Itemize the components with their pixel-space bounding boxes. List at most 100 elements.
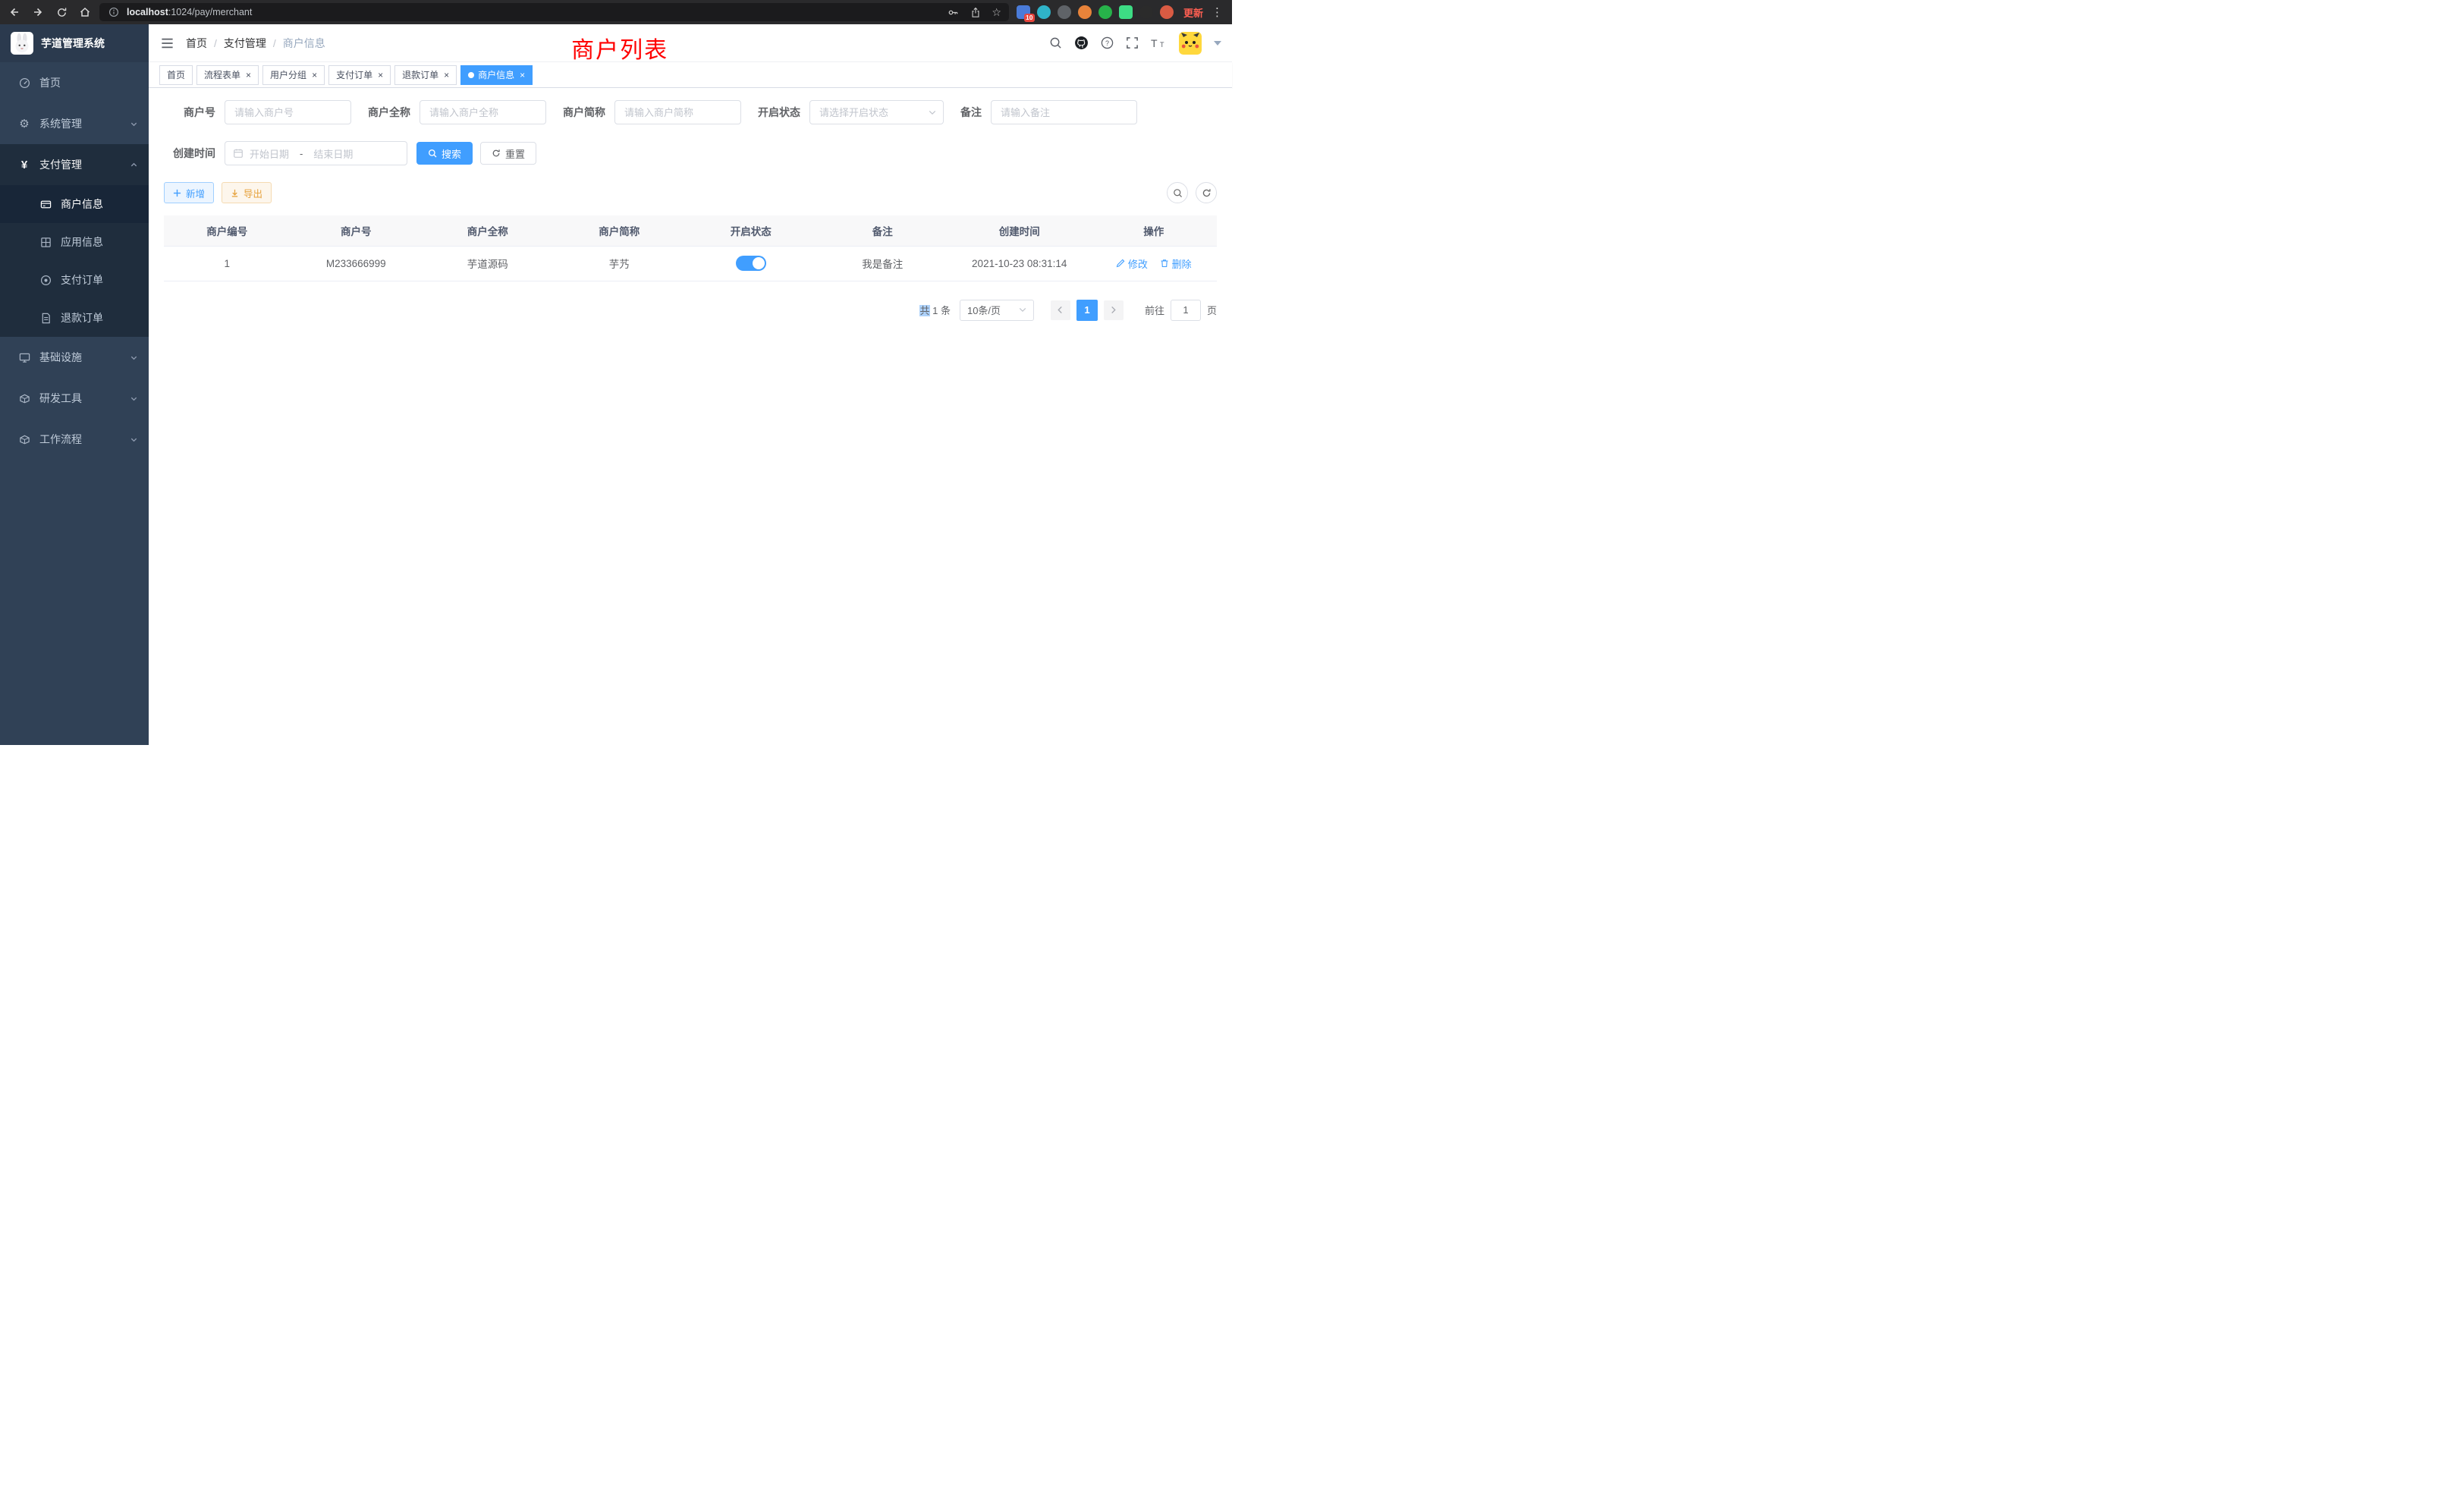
close-icon[interactable]: ×	[246, 71, 251, 80]
date-start-placeholder[interactable]: 开始日期	[250, 146, 289, 161]
font-size-icon[interactable]: TT	[1151, 37, 1167, 49]
page-size-value: 10条/页	[967, 303, 1001, 317]
sidebar-item-refund-order[interactable]: 退款订单	[0, 299, 149, 337]
sidebar-item-label: 支付管理	[39, 157, 82, 172]
sidebar-item-pay-order[interactable]: 支付订单	[0, 261, 149, 299]
breadcrumb-item[interactable]: 首页	[186, 36, 207, 51]
sidebar-item-dev-tools[interactable]: 研发工具	[0, 378, 149, 419]
full-name-label: 商户全称	[368, 105, 410, 120]
tab-user-group[interactable]: 用户分组×	[262, 65, 325, 85]
plus-icon	[173, 189, 181, 197]
close-icon[interactable]: ×	[520, 71, 525, 80]
calendar-icon	[233, 148, 244, 159]
user-avatar[interactable]	[1179, 32, 1202, 55]
prev-page-button[interactable]	[1051, 300, 1070, 320]
goto-page-input[interactable]	[1171, 300, 1201, 321]
status-select[interactable]	[809, 100, 944, 124]
delete-link[interactable]: 删除	[1160, 256, 1192, 271]
sidebar-item-merchant-info[interactable]: 商户信息	[0, 185, 149, 223]
chevron-up-icon	[130, 161, 138, 169]
github-icon[interactable]	[1074, 36, 1089, 50]
toggle-search-icon[interactable]	[1167, 182, 1188, 203]
close-icon[interactable]: ×	[312, 71, 317, 80]
back-icon[interactable]	[8, 5, 21, 19]
delete-link-label: 删除	[1172, 256, 1192, 271]
extension-icon[interactable]: 10	[1017, 5, 1030, 19]
url-host: localhost	[127, 7, 168, 17]
merchant-table: 商户编号 商户号 商户全称 商户简称 开启状态 备注 创建时间 操作 1 M23…	[164, 215, 1217, 281]
browser-menu-icon[interactable]: ⋮	[1210, 5, 1224, 19]
key-icon[interactable]	[946, 5, 960, 19]
breadcrumb-item[interactable]: 支付管理	[224, 36, 266, 51]
page-number-button[interactable]: 1	[1076, 300, 1098, 321]
extension-icon[interactable]	[1098, 5, 1112, 19]
tab-pay-order[interactable]: 支付订单×	[328, 65, 391, 85]
app-title: 芋道管理系统	[41, 36, 105, 51]
goto-label: 前往	[1145, 303, 1164, 317]
add-button[interactable]: 新增	[164, 182, 214, 203]
hamburger-icon[interactable]	[149, 37, 186, 49]
tab-label: 退款订单	[402, 68, 438, 81]
close-icon[interactable]: ×	[378, 71, 383, 80]
full-name-input[interactable]	[420, 100, 546, 124]
forward-icon[interactable]	[31, 5, 45, 19]
svg-text:T: T	[1160, 41, 1164, 49]
search-icon[interactable]	[1049, 36, 1062, 49]
bookmark-star-icon[interactable]: ☆	[992, 7, 1001, 17]
extension-icon[interactable]	[1119, 5, 1133, 19]
tab-merchant-info[interactable]: 商户信息 ×	[460, 65, 533, 85]
extension-icon[interactable]	[1078, 5, 1092, 19]
short-name-input[interactable]	[614, 100, 741, 124]
add-button-label: 新增	[186, 186, 205, 200]
close-icon[interactable]: ×	[444, 71, 449, 80]
reload-icon[interactable]	[55, 5, 68, 19]
refresh-table-icon[interactable]	[1196, 182, 1217, 203]
extension-icon[interactable]	[1037, 5, 1051, 19]
page-info-icon[interactable]	[107, 5, 121, 19]
download-icon	[231, 189, 239, 197]
tab-process-form[interactable]: 流程表单×	[196, 65, 259, 85]
sidebar-item-label: 退款订单	[61, 310, 103, 325]
date-range-picker[interactable]: 开始日期 - 结束日期	[225, 141, 407, 165]
caret-down-icon[interactable]	[1214, 41, 1221, 46]
tab-label: 商户信息	[478, 68, 514, 81]
merchant-no-input[interactable]	[225, 100, 351, 124]
sidebar-item-label: 应用信息	[61, 234, 103, 250]
sidebar-item-payment[interactable]: ¥ 支付管理	[0, 144, 149, 185]
export-button[interactable]: 导出	[222, 182, 272, 203]
share-icon[interactable]	[969, 5, 982, 19]
page-size-select[interactable]: 10条/页	[960, 300, 1034, 321]
tab-home[interactable]: 首页	[159, 65, 193, 85]
sidebar-item-workflow[interactable]: 工作流程	[0, 419, 149, 460]
cell-short-name: 芋艿	[554, 246, 686, 281]
edit-link[interactable]: 修改	[1116, 256, 1148, 271]
table-row: 1 M233666999 芋道源码 芋艿 我是备注 2021-10-23 08:…	[164, 246, 1217, 281]
date-end-placeholder[interactable]: 结束日期	[313, 146, 353, 161]
col-header: 商户简称	[554, 215, 686, 246]
reset-button[interactable]: 重置	[480, 142, 536, 165]
extension-icon[interactable]	[1139, 5, 1153, 19]
sidebar-item-home[interactable]: 首页	[0, 62, 149, 103]
app-logo[interactable]: 芋道管理系统	[0, 24, 149, 62]
url-text: localhost:1024/pay/merchant	[127, 7, 940, 17]
browser-nav-buttons	[8, 5, 92, 19]
home-icon[interactable]	[78, 5, 92, 19]
reset-button-label: 重置	[505, 146, 525, 161]
tab-refund-order[interactable]: 退款订单 ×	[394, 65, 457, 85]
extension-icon[interactable]	[1058, 5, 1071, 19]
sidebar-item-system[interactable]: ⚙ 系统管理	[0, 103, 149, 144]
sidebar-item-app-info[interactable]: 应用信息	[0, 223, 149, 261]
help-icon[interactable]: ?	[1101, 36, 1114, 49]
merchant-no-label: 商户号	[164, 105, 215, 120]
remark-input[interactable]	[991, 100, 1137, 124]
search-button[interactable]: 搜索	[416, 142, 473, 165]
fullscreen-icon[interactable]	[1126, 36, 1139, 49]
next-page-button[interactable]	[1104, 300, 1124, 320]
address-bar[interactable]: localhost:1024/pay/merchant ☆	[99, 3, 1009, 21]
extension-icon[interactable]	[1160, 5, 1174, 19]
card-icon	[36, 199, 55, 210]
status-toggle-on[interactable]	[736, 256, 766, 271]
sidebar-item-label: 商户信息	[61, 196, 103, 212]
browser-update-button[interactable]: 更新	[1183, 5, 1203, 20]
sidebar-item-infrastructure[interactable]: 基础设施	[0, 337, 149, 378]
